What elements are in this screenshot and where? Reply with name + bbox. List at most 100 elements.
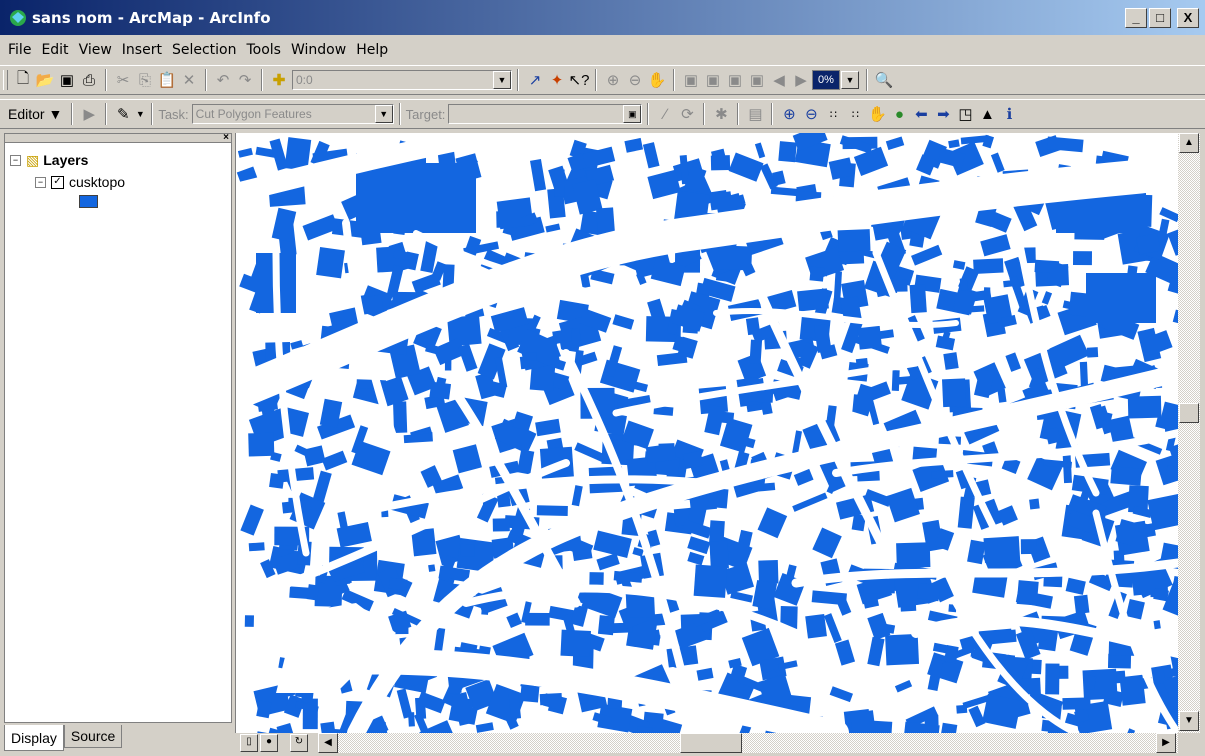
building: [302, 214, 339, 241]
horizontal-scroll-thumb[interactable]: [680, 733, 742, 753]
scroll-down-button[interactable]: ▼: [1179, 711, 1199, 731]
map-canvas[interactable]: [236, 133, 1178, 733]
menu-file[interactable]: File: [0, 42, 36, 58]
select-elements-icon[interactable]: ▲: [976, 103, 998, 125]
sketch-properties-icon[interactable]: ▤: [744, 103, 766, 125]
horizontal-scrollbar[interactable]: ◀ ▶: [318, 733, 1178, 753]
cut-icon[interactable]: ✂: [112, 69, 134, 91]
tab-display[interactable]: Display: [4, 725, 64, 751]
building: [997, 388, 1007, 403]
scroll-up-button[interactable]: ▲: [1179, 133, 1199, 153]
split-tool-icon[interactable]: ∕: [654, 103, 676, 125]
editor-toolbar-icon[interactable]: ↗: [524, 69, 546, 91]
collapse-icon[interactable]: −: [10, 154, 21, 166]
layout-zoom-out-icon[interactable]: ⊖: [624, 69, 646, 91]
zoom-100-icon[interactable]: ▣: [702, 69, 724, 91]
editor-menu-button[interactable]: Editor ▼: [0, 106, 66, 122]
copy-icon[interactable]: ⎘: [134, 69, 156, 91]
sketch-dropdown-icon[interactable]: ▼: [134, 103, 146, 125]
redo-icon[interactable]: ↷: [234, 69, 256, 91]
menu-window[interactable]: Window: [286, 42, 351, 58]
menu-selection[interactable]: Selection: [167, 42, 242, 58]
fixed-zoom-in-icon[interactable]: ▣: [724, 69, 746, 91]
fixed-zoom-out-icon[interactable]: ▣: [746, 69, 768, 91]
building: [809, 266, 825, 282]
toc-title-strip[interactable]: ×: [5, 132, 231, 143]
building: [792, 430, 803, 454]
next-extent-icon[interactable]: ▶: [790, 69, 812, 91]
new-icon[interactable]: 🗋: [12, 69, 34, 91]
undo-icon[interactable]: ↶: [212, 69, 234, 91]
map-display[interactable]: [235, 133, 1178, 733]
data-view-icon[interactable]: ●: [260, 734, 278, 752]
layout-pan-icon[interactable]: ✋: [646, 69, 668, 91]
toolbar-grip[interactable]: [3, 70, 8, 90]
zoom-in-icon[interactable]: ⊕: [778, 103, 800, 125]
building: [403, 433, 433, 444]
layer-visibility-checkbox[interactable]: ✓: [51, 175, 64, 189]
menu-tools[interactable]: Tools: [241, 42, 286, 58]
chevron-down-icon[interactable]: ▼: [841, 71, 859, 89]
layout-zoom-in-icon[interactable]: ⊕: [602, 69, 624, 91]
building: [916, 582, 941, 602]
binoculars-icon[interactable]: 🔍: [873, 69, 895, 91]
tab-source[interactable]: Source: [63, 725, 123, 748]
layer-name[interactable]: cusktopo: [69, 174, 125, 190]
delete-icon[interactable]: ✕: [178, 69, 200, 91]
refresh-icon[interactable]: ↻: [290, 734, 308, 752]
target-combo[interactable]: ▣: [448, 104, 643, 124]
chevron-down-icon[interactable]: ▣: [623, 105, 642, 123]
building: [361, 294, 384, 315]
forward-arrow-icon[interactable]: ➡: [932, 103, 954, 125]
zoom-percent-dropdown[interactable]: ▼: [841, 70, 861, 90]
select-features-icon[interactable]: ◳: [954, 103, 976, 125]
zoom-out-icon[interactable]: ⊖: [800, 103, 822, 125]
layout-view-icon[interactable]: ▯: [240, 734, 258, 752]
title-bar: sans nom - ArcMap - ArcInfo _ □ X: [0, 0, 1205, 35]
menu-help[interactable]: Help: [351, 42, 393, 58]
fixed-zoom-out-icon[interactable]: ∷: [844, 103, 866, 125]
menu-insert[interactable]: Insert: [117, 42, 167, 58]
back-arrow-icon[interactable]: ⬅: [910, 103, 932, 125]
previous-extent-icon[interactable]: ◀: [768, 69, 790, 91]
vertical-scrollbar[interactable]: ▲ ▼: [1178, 133, 1200, 733]
full-extent-icon[interactable]: ●: [888, 103, 910, 125]
save-icon[interactable]: ▣: [56, 69, 78, 91]
fixed-zoom-in-icon[interactable]: ∷: [822, 103, 844, 125]
menu-view[interactable]: View: [74, 42, 117, 58]
edit-tool-icon[interactable]: ▶: [78, 103, 100, 125]
add-data-icon[interactable]: ✚: [268, 69, 290, 91]
chevron-down-icon[interactable]: ▼: [374, 105, 393, 123]
separator: [151, 103, 154, 125]
zoom-whole-page-icon[interactable]: ▣: [680, 69, 702, 91]
zoom-percent-field[interactable]: 0%: [812, 70, 840, 90]
sketch-tool-icon[interactable]: ✎: [112, 103, 134, 125]
map-scale-combo[interactable]: 0:0 ▼: [292, 70, 512, 90]
layer-symbol-swatch[interactable]: [79, 195, 98, 208]
open-icon[interactable]: 📂: [34, 69, 56, 91]
menu-edit[interactable]: Edit: [36, 42, 73, 58]
identify-icon[interactable]: ℹ: [998, 103, 1020, 125]
toc-layer-row[interactable]: − ✓ cusktopo: [5, 171, 231, 193]
toc-data-frame-row[interactable]: − ▧ Layers: [5, 149, 231, 171]
arcmap-app-icon[interactable]: [8, 8, 28, 28]
paste-icon[interactable]: 📋: [156, 69, 178, 91]
maximize-button[interactable]: □: [1149, 8, 1171, 28]
minimize-button[interactable]: _: [1125, 8, 1147, 28]
chevron-down-icon[interactable]: ▼: [493, 71, 511, 89]
scroll-left-button[interactable]: ◀: [318, 733, 338, 753]
pan-icon[interactable]: ✋: [866, 103, 888, 125]
collapse-icon[interactable]: −: [35, 176, 46, 188]
arctoolbox-icon[interactable]: ✦: [546, 69, 568, 91]
task-combo[interactable]: Cut Polygon Features ▼: [191, 104, 394, 124]
whats-this-icon[interactable]: ↖?: [568, 69, 590, 91]
close-icon[interactable]: ×: [223, 132, 229, 143]
attributes-icon[interactable]: ✱: [710, 103, 732, 125]
data-frame-label[interactable]: Layers: [43, 152, 88, 168]
rotate-tool-icon[interactable]: ⟳: [676, 103, 698, 125]
vertical-scroll-thumb[interactable]: [1179, 403, 1199, 423]
editor-label: Editor: [8, 106, 45, 122]
scroll-right-button[interactable]: ▶: [1156, 733, 1176, 753]
close-button[interactable]: X: [1177, 8, 1199, 28]
print-icon[interactable]: ⎙: [78, 69, 100, 91]
